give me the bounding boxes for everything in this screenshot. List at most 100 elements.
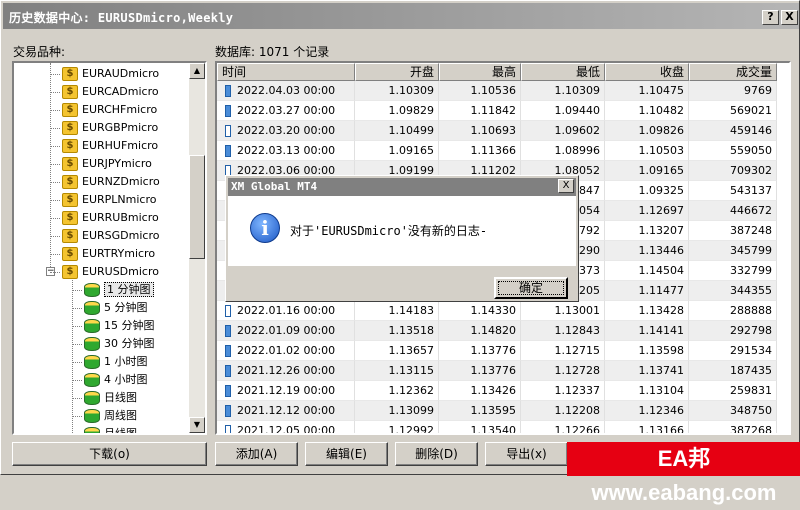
table-cell-volume: 187435	[689, 361, 777, 381]
table-cell-high: 1.13776	[439, 361, 521, 381]
cell-text: 344355	[730, 284, 772, 297]
bull-candle-icon	[225, 345, 231, 357]
table-cell-close: 1.10503	[605, 141, 689, 161]
tree-guide-line	[50, 254, 60, 255]
edit-button[interactable]: 编辑(E)	[305, 442, 388, 466]
column-header-close[interactable]: 收盘	[605, 63, 689, 81]
table-cell-close: 1.09165	[605, 161, 689, 181]
table-row[interactable]: 2022.01.02 00:00 1.13657 1.13776 1.12715 1.1…	[217, 341, 777, 361]
download-button[interactable]: 下载(o)	[12, 442, 207, 466]
column-header-time[interactable]: 时间	[217, 63, 355, 81]
scroll-thumb[interactable]	[189, 155, 205, 259]
scroll-up-arrow-icon[interactable]: ▲	[189, 63, 205, 79]
table-row[interactable]: 2022.01.16 00:00 1.14183 1.14330 1.13001 1.1…	[217, 301, 777, 321]
tree-item-timeframe[interactable]: 周线图	[84, 407, 137, 425]
export-button[interactable]: 导出(x)	[485, 442, 568, 466]
tree-item-symbol[interactable]: $ EURPLNmicro	[62, 191, 156, 209]
symbol-tree[interactable]: − ▲ ▼ $ EURAUDmicro $ EURCADmicro $ EURCHFmic…	[12, 61, 207, 435]
database-icon	[84, 337, 100, 351]
table-cell-low: 1.10309	[521, 81, 605, 101]
table-row[interactable]: 2021.12.26 00:00 1.13115 1.13776 1.12728 1.1…	[217, 361, 777, 381]
column-header-high[interactable]: 最高	[439, 63, 521, 81]
tree-item-label: EURSGDmicro	[82, 229, 160, 242]
table-cell-high: 1.13776	[439, 341, 521, 361]
tree-item-symbol[interactable]: $ EURNZDmicro	[62, 173, 160, 191]
cell-text: 1.12728	[554, 364, 601, 377]
ok-button[interactable]: 确定	[494, 277, 568, 299]
dialog-close-button[interactable]: X	[558, 179, 574, 193]
title-bar[interactable]: 历史数据中心: EURUSDmicro,Weekly ? X	[3, 3, 799, 29]
tree-item-timeframe[interactable]: 5 分钟图	[84, 299, 148, 317]
tree-scrollbar[interactable]: ▲ ▼	[189, 63, 205, 433]
tree-item-label: EURPLNmicro	[82, 193, 157, 206]
tree-guide-line	[50, 218, 60, 219]
table-cell-close: 1.13207	[605, 221, 689, 241]
table-row[interactable]: 2022.03.27 00:00 1.09829 1.11842 1.09440 1.1…	[217, 101, 777, 121]
dollar-icon: $	[62, 139, 78, 153]
table-cell-open: 1.09165	[355, 141, 439, 161]
help-button[interactable]: ?	[762, 10, 779, 25]
tree-item-symbol[interactable]: $ EURJPYmicro	[62, 155, 152, 173]
table-row[interactable]: 2022.03.20 00:00 1.10499 1.10693 1.09602 1.0…	[217, 121, 777, 141]
column-header-volume[interactable]: 成交量	[689, 63, 777, 81]
tree-item-timeframe[interactable]: 1 小时图	[84, 353, 148, 371]
dialog-title[interactable]: XM Global MT4	[228, 178, 576, 196]
tree-item-symbol[interactable]: $ EURSGDmicro	[62, 227, 159, 245]
dollar-icon: $	[62, 247, 78, 261]
tree-item-timeframe[interactable]: 4 小时图	[84, 371, 148, 389]
tree-item-symbol[interactable]: $ EURCHFmicro	[62, 101, 157, 119]
table-cell-time: 2021.12.26 00:00	[217, 361, 355, 381]
tree-item-timeframe[interactable]: 月线图	[84, 425, 137, 435]
tree-item-symbol[interactable]: $ EURGBPmicro	[62, 119, 158, 137]
database-icon	[84, 391, 100, 405]
table-row[interactable]: 2022.03.13 00:00 1.09165 1.11366 1.08996 1.1…	[217, 141, 777, 161]
column-header-open[interactable]: 开盘	[355, 63, 439, 81]
tree-item-label: EURTRYmicro	[82, 247, 156, 260]
cell-text: 543137	[730, 184, 772, 197]
tree-item-symbol[interactable]: $ EURTRYmicro	[62, 245, 155, 263]
table-row[interactable]: 2022.01.09 00:00 1.13518 1.14820 1.12843 1.1…	[217, 321, 777, 341]
scroll-down-arrow-icon[interactable]: ▼	[189, 417, 205, 433]
table-row[interactable]: 2021.12.19 00:00 1.12362 1.13426 1.12337 1.1…	[217, 381, 777, 401]
cell-text: 1.13657	[388, 344, 435, 357]
table-row[interactable]: 2021.12.12 00:00 1.13099 1.13595 1.12208 1.1…	[217, 401, 777, 421]
close-button[interactable]: X	[781, 10, 798, 25]
cell-text: 1.13776	[470, 344, 517, 357]
cell-text: 205	[579, 284, 600, 297]
tree-item-symbol[interactable]: $ EURHUFmicro	[62, 137, 158, 155]
tree-guide-line	[72, 380, 82, 381]
tree-item-timeframe[interactable]: 日线图	[84, 389, 137, 407]
table-cell-close: 1.13741	[605, 361, 689, 381]
tree-item-symbol[interactable]: $ EURUSDmicro	[62, 263, 159, 281]
add-button[interactable]: 添加(A)	[215, 442, 298, 466]
tree-item-symbol[interactable]: $ EURCADmicro	[62, 83, 159, 101]
database-icon	[84, 427, 100, 433]
table-row[interactable]: 2021.12.05 00:00 1.12992 1.13540 1.12266 1.1…	[217, 421, 777, 435]
database-icon	[84, 319, 100, 333]
bull-candle-icon	[225, 365, 231, 377]
cell-text: 9769	[744, 84, 772, 97]
dollar-icon: $	[62, 265, 78, 279]
cell-text: 1.13426	[470, 384, 517, 397]
delete-button[interactable]: 删除(D)	[395, 442, 478, 466]
table-cell-time: 2022.03.20 00:00	[217, 121, 355, 141]
table-row[interactable]: 2022.04.03 00:00 1.10309 1.10536 1.10309 1.1…	[217, 81, 777, 101]
tree-item-timeframe[interactable]: 15 分钟图	[84, 317, 155, 335]
tree-guide-line	[50, 236, 60, 237]
table-cell-volume: 332799	[689, 261, 777, 281]
tree-item-label: EURRUBmicro	[82, 211, 159, 224]
cell-text: 1.13166	[638, 424, 685, 435]
cell-text: 348750	[730, 404, 772, 417]
table-cell-time: 2022.01.16 00:00	[217, 301, 355, 321]
tree-guide-line	[72, 416, 82, 417]
cell-text: 1.09826	[638, 124, 685, 137]
tree-item-symbol[interactable]: $ EURAUDmicro	[62, 65, 159, 83]
tree-item-symbol[interactable]: $ EURRUBmicro	[62, 209, 159, 227]
column-header-low[interactable]: 最低	[521, 63, 605, 81]
tree-item-timeframe[interactable]: 1 分钟图	[84, 281, 154, 299]
tree-item-label: 月线图	[104, 427, 137, 435]
tree-item-timeframe[interactable]: 30 分钟图	[84, 335, 155, 353]
tree-item-label: 5 分钟图	[104, 301, 148, 314]
database-icon	[84, 283, 100, 297]
cell-text: 2022.04.03 00:00	[237, 84, 336, 97]
